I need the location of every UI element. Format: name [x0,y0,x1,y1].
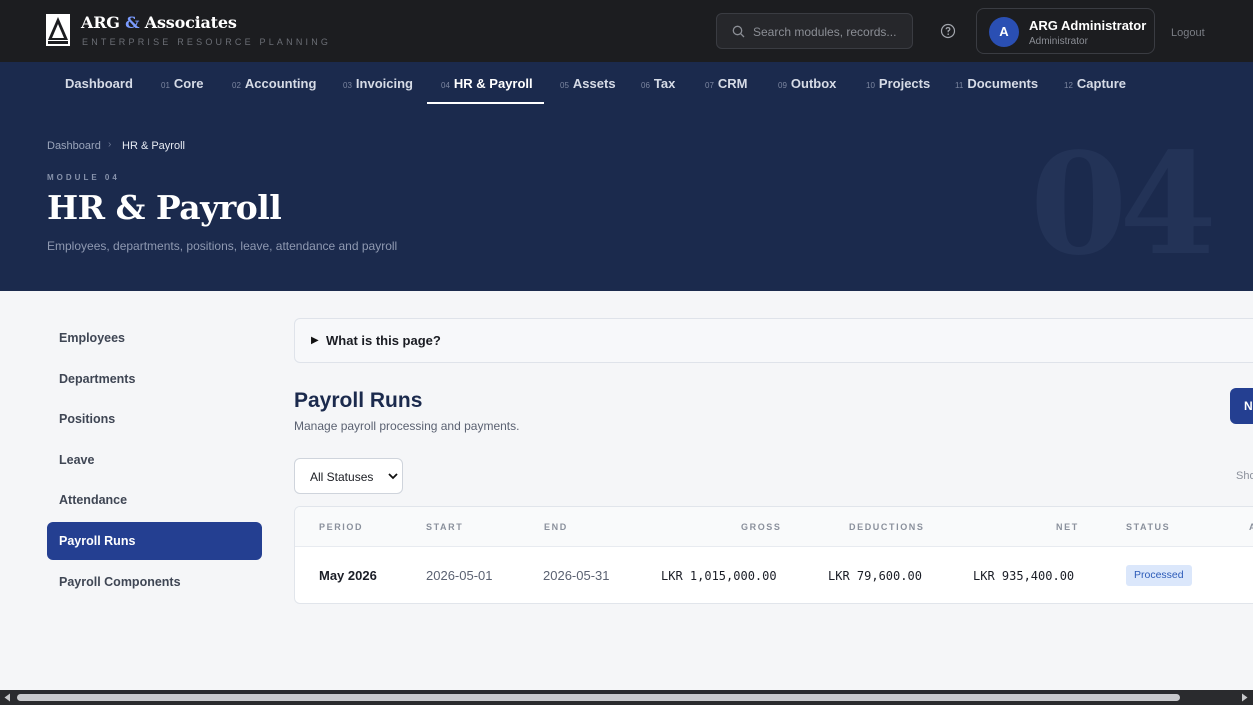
scroll-right-arrow-icon[interactable] [1240,693,1249,702]
user-name: ARG Administrator [1029,18,1147,33]
sidebar-item-positions[interactable]: Positions [47,400,262,438]
user-role: Administrator [1029,36,1088,47]
payroll-runs-table: PERIOD START END GROSS DEDUCTIONS NET ST… [294,506,1253,604]
cell-start: 2026-05-01 [426,568,493,583]
brand-name[interactable]: ARG & Associates [81,13,237,32]
section-subtitle: Manage payroll processing and payments. [294,419,520,433]
what-is-this-page-toggle[interactable]: ▶ What is this page? [294,318,1253,363]
nav-hr-payroll[interactable]: 04 HR & Payroll [441,62,533,106]
status-filter-select[interactable]: All Statuses [294,458,403,494]
sidebar-item-leave[interactable]: Leave [47,441,262,479]
sidebar-item-payroll-runs[interactable]: Payroll Runs [47,522,262,560]
cell-gross: LKR 1,015,000.00 [661,569,777,583]
sidebar-item-departments[interactable]: Departments [47,360,262,398]
nav-accounting[interactable]: 02 Accounting [232,62,316,106]
column-header-actions: AC [1249,522,1253,532]
nav-assets[interactable]: 05 Assets [560,62,616,106]
faq-label: What is this page? [326,333,441,348]
nav-projects[interactable]: 10 Projects [866,62,930,106]
cell-end: 2026-05-31 [543,568,610,583]
module-label: MODULE 04 [47,173,120,182]
user-menu[interactable]: A ARG Administrator Administrator [976,8,1155,54]
column-header-deductions: DEDUCTIONS [849,522,925,532]
sidebar-item-attendance[interactable]: Attendance [47,481,262,519]
horizontal-scrollbar[interactable] [0,690,1253,705]
search-placeholder: Search modules, records... [753,25,897,39]
scrollbar-thumb[interactable] [17,694,1180,701]
column-header-period: PERIOD [319,522,364,532]
page-heading: HR & Payroll [47,188,282,227]
column-header-start: START [426,522,464,532]
logo-icon[interactable] [46,14,70,46]
page-description: Employees, departments, positions, leave… [47,239,398,253]
new-payroll-run-button[interactable]: N [1230,388,1253,424]
nav-documents[interactable]: 11 Documents [955,62,1038,106]
top-bar: ARG & Associates ENTERPRISE RESOURCE PLA… [0,0,1253,62]
logout-link[interactable]: Logout [1171,27,1205,39]
column-header-status: STATUS [1126,522,1171,532]
column-header-end: END [544,522,568,532]
nav-tax[interactable]: 06 Tax [641,62,675,106]
column-header-net: NET [1056,522,1079,532]
sidebar-item-employees[interactable]: Employees [47,319,262,357]
chevron-down-icon [388,473,398,480]
brand-subtitle: ENTERPRISE RESOURCE PLANNING [82,37,332,47]
nav-crm[interactable]: 07 CRM [705,62,748,106]
status-badge: Processed [1126,565,1192,586]
status-filter-value: All Statuses [310,470,374,484]
main-nav: Dashboard 01 Core 02 Accounting 03 Invoicin… [0,62,1253,106]
nav-capture[interactable]: 12 Capture [1064,62,1126,106]
cell-period: May 2026 [319,568,377,583]
disclosure-triangle-icon: ▶ [311,335,319,346]
page-hero: Dashboard › HR & Payroll MODULE 04 HR & … [0,106,1253,291]
table-header: PERIOD START END GROSS DEDUCTIONS NET ST… [295,507,1253,547]
nav-invoicing[interactable]: 03 Invoicing [343,62,413,106]
cell-net: LKR 935,400.00 [973,569,1075,583]
breadcrumb-dashboard[interactable]: Dashboard [47,140,101,152]
nav-dashboard[interactable]: Dashboard [65,62,133,106]
help-icon[interactable] [940,23,956,39]
breadcrumb-current: HR & Payroll [122,140,185,152]
column-header-gross: GROSS [741,522,782,532]
avatar: A [989,17,1019,47]
show-label: Sho [1236,470,1253,482]
nav-outbox[interactable]: 09 Outbox [778,62,836,106]
scroll-left-arrow-icon[interactable] [3,693,12,702]
nav-core[interactable]: 01 Core [161,62,204,106]
active-nav-indicator [427,102,544,104]
module-number-watermark: 04 [1030,123,1217,287]
section-title: Payroll Runs [294,389,423,412]
breadcrumb-separator: › [108,139,112,150]
sidebar-item-payroll-components[interactable]: Payroll Components [47,563,262,601]
search-icon [732,25,745,38]
cell-deductions: LKR 79,600.00 [828,569,922,583]
search-input[interactable]: Search modules, records... [716,13,913,49]
